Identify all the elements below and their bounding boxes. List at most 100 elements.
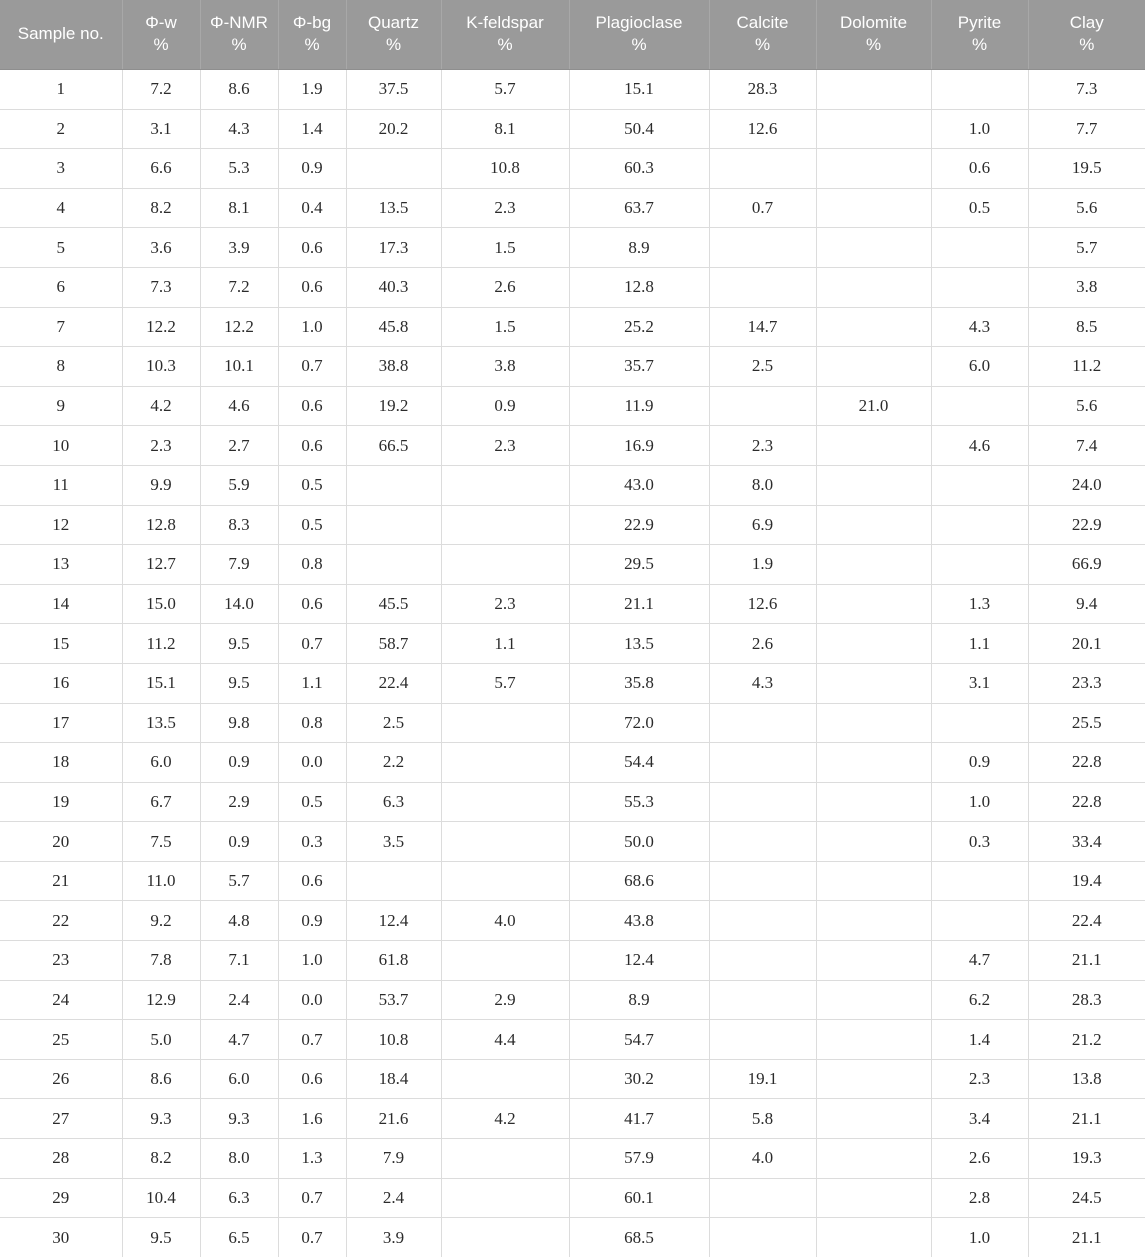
table-row: 8 10.3 10.1 0.7 38.8 3.8 35.7 2.5 6.0 11.2	[0, 346, 1145, 387]
cell-phi_nmr: 4.8	[200, 900, 279, 942]
cell-phi_nmr: 4.3	[200, 109, 279, 150]
cell-k_feldspar: 1.5	[441, 307, 570, 348]
cell-phi_nmr: 6.3	[200, 1178, 279, 1219]
cell-k_feldspar	[441, 1217, 570, 1257]
cell-phi_nmr: 8.6	[200, 69, 279, 110]
petrophysics-mineralogy-table: Sample no. Φ-w% Φ-NMR% Φ-bg% Quartz% K-feldsp…	[0, 0, 1145, 1257]
cell-plagioclase: 60.3	[569, 148, 710, 189]
cell-quartz: 2.2	[346, 742, 442, 783]
cell-quartz	[346, 465, 442, 506]
cell-sample: 26	[0, 1059, 123, 1100]
cell-phi_w: 2.3	[122, 425, 201, 466]
cell-pyrite: 2.3	[931, 1059, 1029, 1100]
cell-dolomite	[816, 623, 932, 664]
cell-k_feldspar	[441, 940, 570, 981]
table-row: 25 5.0 4.7 0.7 10.8 4.4 54.7 1.4 21.2	[0, 1019, 1145, 1060]
cell-phi_bg: 1.1	[278, 663, 347, 704]
cell-pyrite: 0.9	[931, 742, 1029, 783]
cell-phi_bg: 0.0	[278, 742, 347, 783]
cell-pyrite: 4.7	[931, 940, 1029, 981]
cell-phi_w: 8.2	[122, 1138, 201, 1179]
cell-plagioclase: 29.5	[569, 544, 710, 585]
cell-phi_nmr: 4.6	[200, 386, 279, 427]
cell-phi_w: 15.0	[122, 584, 201, 625]
cell-k_feldspar	[441, 703, 570, 744]
cell-phi_nmr: 6.0	[200, 1059, 279, 1100]
table-row: 29 10.4 6.3 0.7 2.4 60.1 2.8 24.5	[0, 1178, 1145, 1219]
cell-phi_nmr: 5.3	[200, 148, 279, 189]
cell-sample: 18	[0, 742, 123, 783]
cell-clay: 24.5	[1028, 1178, 1145, 1219]
cell-dolomite	[816, 663, 932, 704]
column-header-unit: %	[304, 35, 320, 55]
cell-clay: 33.4	[1028, 821, 1145, 862]
table-header-row: Sample no. Φ-w% Φ-NMR% Φ-bg% Quartz% K-feldsp…	[0, 0, 1145, 70]
cell-dolomite	[816, 465, 932, 506]
cell-phi_bg: 1.0	[278, 940, 347, 981]
cell-clay: 22.9	[1028, 505, 1145, 546]
cell-clay: 7.3	[1028, 69, 1145, 110]
cell-clay: 23.3	[1028, 663, 1145, 704]
cell-dolomite	[816, 148, 932, 189]
cell-quartz: 45.8	[346, 307, 442, 348]
cell-calcite	[709, 821, 817, 862]
cell-clay: 21.1	[1071, 1227, 1102, 1247]
cell-calcite	[709, 227, 817, 268]
cell-plagioclase: 13.5	[569, 623, 710, 664]
cell-sample: 10	[0, 425, 123, 466]
cell-pyrite: 2.8	[931, 1178, 1029, 1219]
table-row: 10 2.3 2.7 0.6 66.5 2.3 16.9 2.3 4.6 7.4	[0, 425, 1145, 466]
cell-clay: 7.4	[1028, 425, 1145, 466]
column-header-unit: %	[971, 35, 988, 55]
cell-quartz: 58.7	[346, 623, 442, 664]
cell-calcite	[709, 782, 817, 823]
cell-phi_nmr: 7.9	[200, 544, 279, 585]
cell-sample: 5	[0, 227, 123, 268]
cell-quartz: 7.9	[346, 1138, 442, 1179]
cell-phi_nmr: 2.7	[200, 425, 279, 466]
column-header-clay: Clay%	[1028, 0, 1145, 70]
cell-pyrite: 0.6	[931, 148, 1029, 189]
cell-phi_bg: 0.6	[278, 1059, 347, 1100]
column-header-label: Plagioclase	[595, 13, 683, 33]
cell-calcite	[709, 940, 817, 981]
cell-pyrite: 1.3	[931, 584, 1029, 625]
cell-dolomite	[816, 188, 932, 229]
table-row: 23 7.8 7.1 1.0 61.8 12.4 4.7 21.1	[0, 940, 1145, 981]
cell-clay: 5.7	[1028, 227, 1145, 268]
cell-k_feldspar: 4.2	[441, 1098, 570, 1140]
cell-sample: 3	[0, 148, 123, 189]
cell-dolomite	[816, 307, 932, 348]
column-header-label: Φ-bg	[292, 13, 332, 33]
cell-quartz	[346, 544, 442, 585]
cell-phi_nmr: 0.9	[200, 742, 279, 783]
column-header-sample: Sample no.	[0, 0, 123, 70]
cell-pyrite	[931, 900, 1029, 942]
cell-phi_nmr: 3.9	[200, 227, 279, 268]
cell-phi_nmr: 9.5	[200, 663, 279, 704]
cell-phi_bg: 0.6	[278, 425, 347, 466]
cell-sample: 2	[0, 109, 123, 150]
cell-clay: 24.0	[1028, 465, 1145, 506]
cell-calcite	[709, 1019, 817, 1060]
table-row: 18 6.0 0.9 0.0 2.2 54.4 0.9 22.8	[0, 742, 1145, 783]
cell-clay: 3.8	[1028, 267, 1145, 308]
cell-quartz: 18.4	[346, 1059, 442, 1100]
cell-phi_w: 12.2	[122, 307, 201, 348]
cell-dolomite	[816, 861, 932, 902]
cell-dolomite	[816, 544, 932, 585]
table-row: 21 11.0 5.7 0.6 68.6 19.4	[0, 861, 1145, 902]
table-row: 14 15.0 14.0 0.6 45.5 2.3 21.1 12.6 1.3 9.4	[0, 584, 1145, 625]
cell-phi_bg: 0.8	[278, 703, 347, 744]
cell-phi_nmr: 7.2	[200, 267, 279, 308]
cell-quartz: 37.5	[346, 69, 442, 110]
cell-phi_w: 9.2	[122, 900, 201, 942]
cell-clay: 25.5	[1028, 703, 1145, 744]
cell-phi_nmr: 7.1	[200, 940, 279, 981]
cell-clay: 22.8	[1028, 742, 1145, 783]
cell-calcite: 19.1	[709, 1059, 817, 1100]
cell-quartz: 2.5	[346, 703, 442, 744]
cell-pyrite: 2.6	[931, 1138, 1029, 1179]
cell-dolomite: 21.0	[816, 386, 932, 427]
cell-plagioclase: 35.7	[569, 346, 710, 387]
